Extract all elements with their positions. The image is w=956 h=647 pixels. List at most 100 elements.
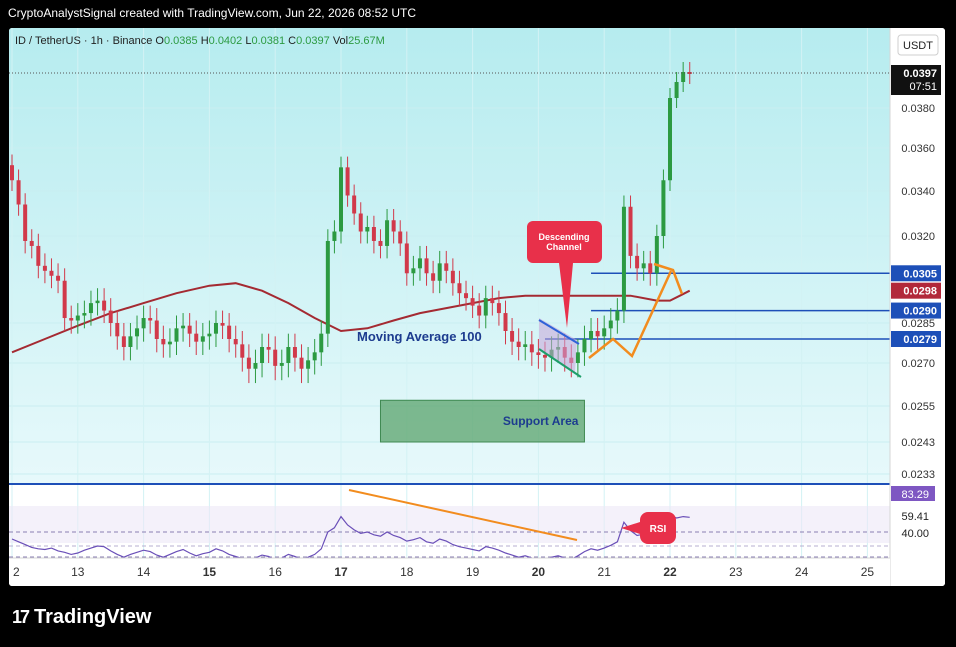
symbol-info-part: C xyxy=(288,35,296,47)
candle-body xyxy=(496,303,501,314)
chart-frame: Support Area Moving Average 100 Descendi… xyxy=(9,28,945,586)
candle-body xyxy=(595,331,600,337)
candle-body xyxy=(135,328,140,337)
candle xyxy=(621,195,626,323)
candle-body xyxy=(260,347,265,363)
candle-body xyxy=(450,270,455,284)
x-tick-label: 18 xyxy=(400,565,414,579)
candle-body xyxy=(444,263,449,271)
callout-text-line1: Descending xyxy=(538,232,589,242)
candle-body xyxy=(69,318,74,321)
candle-body xyxy=(490,298,495,304)
symbol-info-part: ID / TetherUS · 1h · Binance xyxy=(15,35,155,47)
candle-body xyxy=(431,273,436,281)
candle-body xyxy=(352,195,357,214)
candle-body xyxy=(516,341,521,347)
candle-body xyxy=(608,320,613,329)
x-tick-label: 24 xyxy=(795,565,809,579)
chart-header: CryptoAnalystSignal created with Trading… xyxy=(8,6,416,20)
rsi-badge-text: RSI xyxy=(650,524,667,535)
candle-body xyxy=(56,275,61,281)
candle-body xyxy=(628,206,633,256)
candle-body xyxy=(417,258,422,269)
candle-body xyxy=(339,167,343,232)
level-price-label: 0.0305 xyxy=(903,268,937,280)
candle-body xyxy=(187,325,192,334)
candle-body xyxy=(306,360,311,369)
candle-body xyxy=(411,268,416,274)
y-tick-label: 0.0340 xyxy=(901,186,935,198)
candle-body xyxy=(115,323,120,337)
candle-body xyxy=(687,72,692,74)
candle-body xyxy=(128,336,133,347)
candle-body xyxy=(266,347,271,350)
candle-body xyxy=(477,305,482,316)
candle-body xyxy=(503,313,508,331)
candle-body xyxy=(246,357,251,369)
candle-body xyxy=(148,318,153,321)
x-tick-label: 16 xyxy=(269,565,283,579)
candle-body xyxy=(75,315,80,321)
candle-body xyxy=(529,344,534,353)
candle-body xyxy=(319,333,324,353)
candle-body xyxy=(174,328,179,342)
price-chart[interactable]: Support Area Moving Average 100 Descendi… xyxy=(9,28,945,586)
candle-body xyxy=(325,240,330,334)
candle-body xyxy=(404,243,409,274)
candle-body xyxy=(62,280,67,319)
candle-body xyxy=(589,331,594,339)
level-price-label: 0.0290 xyxy=(903,306,937,318)
last-price-countdown: 07:51 xyxy=(909,81,937,93)
candle-body xyxy=(141,318,146,329)
candle-body xyxy=(42,265,47,271)
symbol-info-part: 0.0402 xyxy=(209,35,246,47)
candle-body xyxy=(36,245,41,266)
candle-body xyxy=(161,339,166,345)
level-price-label: 0.0298 xyxy=(903,286,937,298)
x-tick-label: 2 xyxy=(13,565,20,579)
candle-body xyxy=(345,167,350,196)
candle-body xyxy=(654,236,659,274)
candle-body xyxy=(483,298,488,316)
y-tick-label: 0.0255 xyxy=(901,401,935,413)
symbol-info-part: H xyxy=(201,35,209,47)
candle-body xyxy=(575,352,580,363)
x-tick-label: 20 xyxy=(532,565,546,579)
candle-body xyxy=(167,341,172,345)
candle-body xyxy=(457,283,462,294)
candle-body xyxy=(365,227,370,232)
support-area-label: Support Area xyxy=(503,414,579,428)
symbol-info-line: ID / TetherUS · 1h · Binance O0.0385 H0.… xyxy=(15,35,385,47)
candle-body xyxy=(121,336,126,347)
candle-body xyxy=(49,270,54,276)
rsi-value-low: 40.00 xyxy=(901,528,929,540)
candle-body xyxy=(273,349,278,366)
candle-body xyxy=(207,333,212,337)
candle-body xyxy=(213,323,218,334)
candle-body xyxy=(635,255,640,269)
candle-body xyxy=(16,180,21,205)
candle-body xyxy=(358,213,363,232)
level-price-label: 0.0279 xyxy=(903,334,937,346)
candle xyxy=(339,156,343,244)
candle xyxy=(668,88,672,191)
candle-body xyxy=(371,227,376,241)
candle-body xyxy=(582,339,587,353)
rsi-value-top: 83.29 xyxy=(901,489,929,501)
x-tick-label: 19 xyxy=(466,565,480,579)
y-tick-label: 0.0380 xyxy=(901,103,935,115)
y-tick-label: 0.0270 xyxy=(901,358,935,370)
candle-body xyxy=(240,344,245,358)
last-price-value: 0.0397 xyxy=(903,68,937,80)
candle xyxy=(325,229,330,347)
x-tick-label: 22 xyxy=(663,565,677,579)
candle-body xyxy=(523,344,528,347)
candle-body xyxy=(536,352,541,355)
symbol-info-part: 0.0381 xyxy=(251,35,288,47)
x-tick-label: 14 xyxy=(137,565,151,579)
candle-body xyxy=(253,363,258,369)
symbol-info-part: 0.0385 xyxy=(164,35,201,47)
x-tick-label: 13 xyxy=(71,565,85,579)
candle-body xyxy=(220,323,225,326)
y-tick-label: 0.0320 xyxy=(901,231,935,243)
